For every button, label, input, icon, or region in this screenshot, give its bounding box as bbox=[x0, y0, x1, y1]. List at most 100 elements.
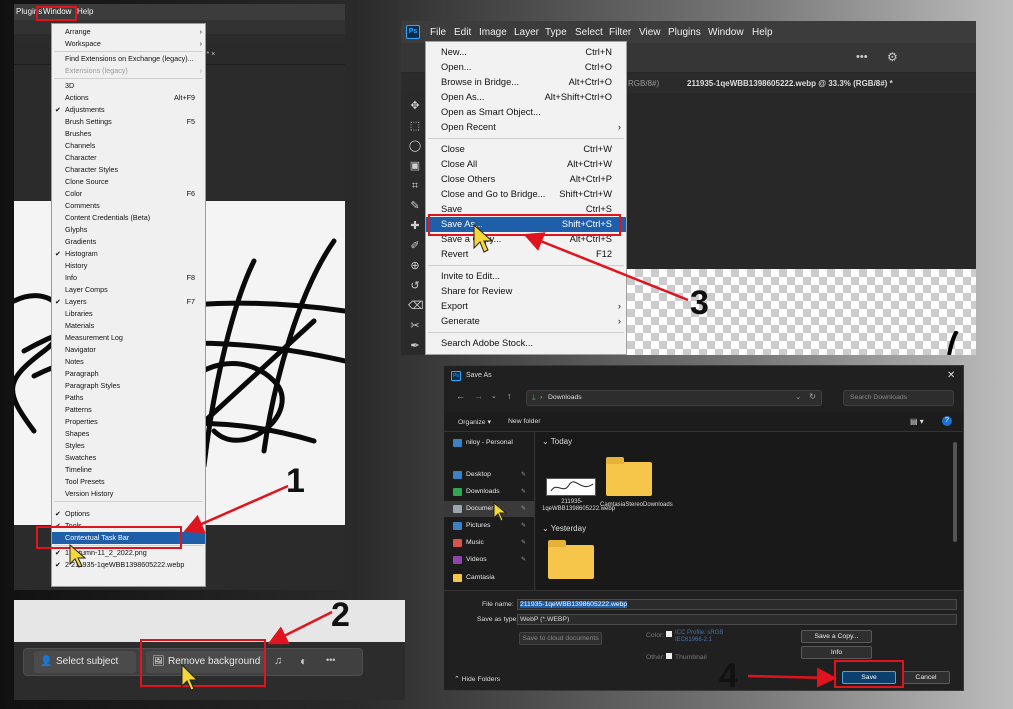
help-icon[interactable]: ? bbox=[942, 416, 952, 426]
file-menu-item[interactable]: Open... Ctrl+O bbox=[426, 60, 626, 75]
history-brush-icon[interactable]: ↺ bbox=[408, 279, 422, 293]
sidebar-item-music[interactable]: Music ✎ bbox=[444, 535, 534, 551]
forward-icon[interactable]: → bbox=[474, 391, 483, 401]
window-menu-item[interactable]: Swatches bbox=[52, 452, 205, 464]
file-menu-item[interactable]: Share for Review bbox=[426, 284, 626, 299]
window-menu-item[interactable]: Brushes bbox=[52, 128, 205, 140]
window-menu-item[interactable]: Options ✔ bbox=[52, 508, 205, 520]
select-subject-button[interactable]: 👤 Select subject bbox=[34, 651, 136, 673]
window-menu-item[interactable]: Tool Presets bbox=[52, 476, 205, 488]
file-menu-item[interactable]: Close Ctrl+W bbox=[426, 142, 626, 157]
window-menu-item[interactable]: Glyphs bbox=[52, 224, 205, 236]
gradient-tool-icon[interactable]: ✂ bbox=[408, 319, 422, 333]
window-menu-item[interactable]: Adjustments ✔ bbox=[52, 104, 205, 116]
sidebar-item-pictures[interactable]: Pictures ✎ bbox=[444, 518, 534, 534]
window-menu-item[interactable]: Comments bbox=[52, 200, 205, 212]
save-cloud-button[interactable]: Save to cloud documents bbox=[519, 632, 602, 645]
crop-tool-icon[interactable]: ⌗ bbox=[408, 179, 422, 193]
eyedropper-tool-icon[interactable]: ✎ bbox=[408, 199, 422, 213]
sidebar-item-downloads[interactable]: Downloads ✎ bbox=[444, 484, 534, 500]
window-menu-item[interactable]: Notes bbox=[52, 356, 205, 368]
refresh-icon[interactable]: ↻ bbox=[809, 392, 816, 401]
breadcrumb[interactable]: Downloads bbox=[548, 394, 582, 401]
window-menu-item[interactable]: Arrange › bbox=[52, 26, 205, 38]
window-menu-item[interactable]: Version History bbox=[52, 488, 205, 500]
pin-icon[interactable]: ✎ bbox=[521, 518, 526, 534]
sidebar-item-desktop[interactable]: Desktop ✎ bbox=[444, 467, 534, 483]
menu-help[interactable]: Help bbox=[77, 7, 93, 16]
brush-tool-icon[interactable]: ✐ bbox=[408, 239, 422, 253]
window-menu-item[interactable]: Character Styles bbox=[52, 164, 205, 176]
adjust-icon[interactable]: ◐ bbox=[300, 654, 307, 668]
window-menu-item[interactable]: Info F8 bbox=[52, 272, 205, 284]
window-menu-item[interactable]: Find Extensions on Exchange (legacy)... bbox=[52, 53, 205, 65]
file-menu-item[interactable]: Browse in Bridge... Alt+Ctrl+O bbox=[426, 75, 626, 90]
window-menu-item[interactable]: Clone Source bbox=[52, 176, 205, 188]
folder-icon[interactable] bbox=[606, 457, 652, 496]
window-menu-item[interactable]: Navigator bbox=[52, 344, 205, 356]
window-menu-item[interactable]: Brush Settings F5 bbox=[52, 116, 205, 128]
menu-view[interactable]: View bbox=[639, 27, 661, 38]
healing-tool-icon[interactable]: ✚ bbox=[408, 219, 422, 233]
folder-name-camtasia[interactable]: CamtasiaStereoDownloads bbox=[600, 502, 673, 509]
menu-type[interactable]: Type bbox=[545, 27, 567, 38]
window-menu-item[interactable]: Paragraph Styles bbox=[52, 380, 205, 392]
file-menu-item[interactable]: Close and Go to Bridge... Shift+Ctrl+W bbox=[426, 187, 626, 202]
file-menu-item[interactable]: Close Others Alt+Ctrl+P bbox=[426, 172, 626, 187]
window-menu-item[interactable]: Styles bbox=[52, 440, 205, 452]
organize-button[interactable]: Organize ▾ bbox=[458, 418, 491, 426]
file-thumbnail-webp[interactable] bbox=[546, 478, 596, 496]
save-copy-button[interactable]: Save a Copy... bbox=[801, 630, 872, 643]
pin-icon[interactable]: ✎ bbox=[521, 484, 526, 500]
color-checkbox[interactable] bbox=[666, 631, 672, 637]
eraser-tool-icon[interactable]: ⌫ bbox=[408, 299, 424, 313]
pin-icon[interactable]: ✎ bbox=[521, 467, 526, 483]
menu-filter[interactable]: Filter bbox=[609, 27, 631, 38]
save-type-select[interactable]: WebP (*.WEBP) bbox=[517, 614, 957, 625]
window-menu-item[interactable]: Color F6 bbox=[52, 188, 205, 200]
address-bar[interactable]: ⤓ › Downloads ⌄ ↻ bbox=[526, 390, 822, 406]
menu-file[interactable]: File bbox=[430, 27, 446, 38]
file-name-field[interactable]: 211935-1qeWBB1398605222.webp bbox=[517, 599, 957, 610]
info-button[interactable]: Info bbox=[801, 646, 872, 659]
window-menu-item[interactable]: Character bbox=[52, 152, 205, 164]
window-menu-item[interactable]: Extensions (legacy) › bbox=[52, 65, 205, 77]
chevron-down-icon[interactable]: ⌄ bbox=[795, 393, 801, 401]
file-menu-item[interactable]: Open As... Alt+Shift+Ctrl+O bbox=[426, 90, 626, 105]
pin-icon[interactable]: ✎ bbox=[521, 535, 526, 551]
pin-icon[interactable]: ✎ bbox=[521, 501, 526, 517]
sidebar-item-camtasia[interactable]: Camtasia bbox=[444, 570, 534, 586]
file-menu-item[interactable]: Invite to Edit... bbox=[426, 269, 626, 284]
folder-icon[interactable] bbox=[548, 540, 594, 579]
gear-icon[interactable]: ⚙ bbox=[887, 50, 898, 64]
window-menu-item[interactable]: Actions Alt+F9 bbox=[52, 92, 205, 104]
menu-window[interactable]: Window bbox=[708, 27, 744, 38]
file-menu-item[interactable]: Open Recent › bbox=[426, 120, 626, 135]
hide-folders-button[interactable]: ⌃ Hide Folders bbox=[454, 675, 500, 683]
window-menu-item[interactable]: Properties bbox=[52, 416, 205, 428]
back-icon[interactable]: ← bbox=[456, 391, 465, 401]
cancel-button[interactable]: Cancel bbox=[902, 671, 950, 684]
object-select-tool-icon[interactable]: ▣ bbox=[408, 159, 422, 173]
file-menu-item[interactable]: Open as Smart Object... bbox=[426, 105, 626, 120]
window-menu-item[interactable]: Histogram ✔ bbox=[52, 248, 205, 260]
pen-tool-icon[interactable]: ✒ bbox=[408, 339, 422, 353]
menu-select[interactable]: Select bbox=[575, 27, 603, 38]
window-menu-item[interactable]: 3D bbox=[52, 80, 205, 92]
move-tool-icon[interactable]: ✥ bbox=[408, 99, 422, 113]
file-menu-item[interactable]: Close All Alt+Ctrl+W bbox=[426, 157, 626, 172]
more-icon[interactable]: ••• bbox=[856, 51, 868, 63]
sidebar-item-documents[interactable]: Documents ✎ bbox=[444, 501, 534, 517]
window-menu-item[interactable]: Channels bbox=[52, 140, 205, 152]
window-menu-item[interactable]: Materials bbox=[52, 320, 205, 332]
window-menu-item[interactable]: Patterns bbox=[52, 404, 205, 416]
menu-image[interactable]: Image bbox=[479, 27, 507, 38]
close-icon[interactable]: ✕ bbox=[947, 370, 955, 381]
stamp-tool-icon[interactable]: ⊕ bbox=[408, 259, 422, 273]
window-menu-item[interactable]: History bbox=[52, 260, 205, 272]
file-name-webp[interactable]: 211935-1qeWBB1398605222.webp bbox=[542, 499, 615, 513]
window-menu-item[interactable]: Timeline bbox=[52, 464, 205, 476]
thumbnail-checkbox[interactable] bbox=[666, 653, 672, 659]
menu-help[interactable]: Help bbox=[752, 27, 773, 38]
file-menu-item[interactable]: Revert F12 bbox=[426, 247, 626, 262]
